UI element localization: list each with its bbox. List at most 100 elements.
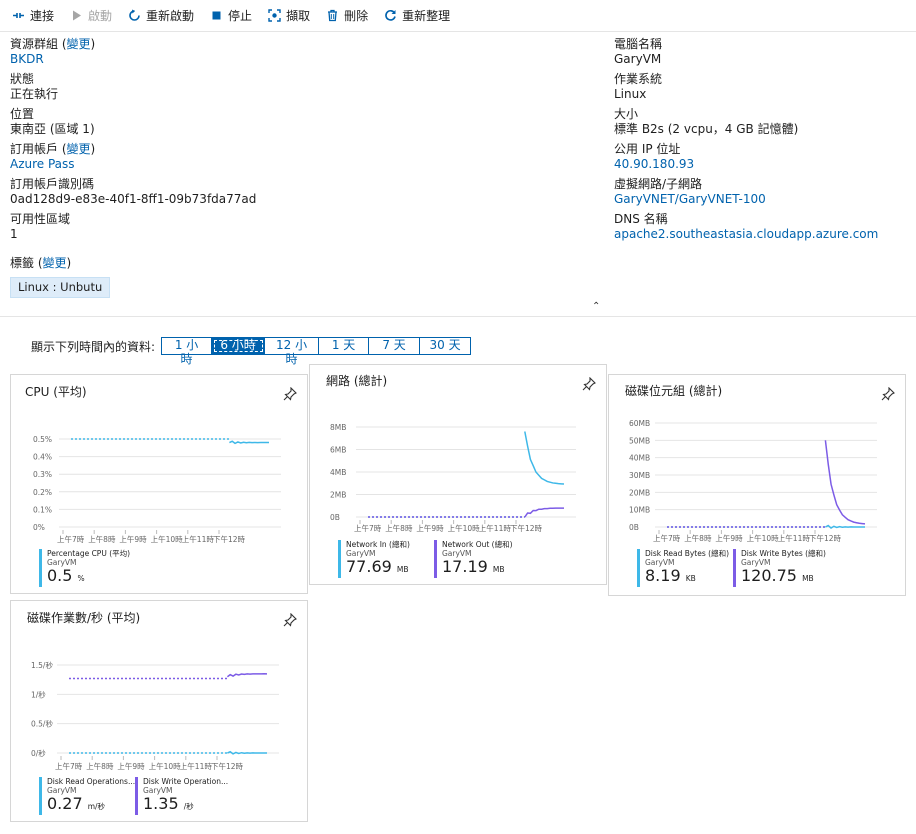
command-bar: 連接 啟動 重新啟動 停止 擷取 刪除 重新整理 xyxy=(0,0,916,32)
x-tick-label: 上午8時 xyxy=(88,534,116,544)
y-tick-label: 0.3% xyxy=(33,470,52,479)
vnet-value[interactable]: GaryVNET/GaryVNET-100 xyxy=(614,192,878,207)
change-subscription-link[interactable]: 變更 xyxy=(67,142,91,156)
subscription-value[interactable]: Azure Pass xyxy=(10,157,256,172)
connect-button[interactable]: 連接 xyxy=(12,7,54,24)
y-tick-label: 0% xyxy=(33,523,45,532)
metric-name: Network In (總和) xyxy=(346,540,410,549)
pin-icon[interactable] xyxy=(582,377,596,391)
cpu-chart-tile[interactable]: 0.5% 0.4% 0.3% 0.2% 0.1% 0% 上午7時 上午8時 上午9時 上午10時上… xyxy=(10,374,308,594)
x-tick-label: 上午10時 xyxy=(747,533,780,543)
y-tick-label: 0.2% xyxy=(33,488,52,497)
disk-ops-chart-title: 磁碟作業數/秒 (平均) xyxy=(27,611,141,625)
x-tick-label: 上午9時 xyxy=(117,761,145,771)
x-tick-label: 上午7時 xyxy=(55,761,83,771)
range-option-30d[interactable]: 30 天 xyxy=(420,338,471,354)
time-range-selector: 顯示下列時間內的資料: 1 小時 6 小時 12 小時 1 天 7 天 30 天 xyxy=(31,337,472,366)
zone-value: 1 xyxy=(10,227,18,241)
change-resource-group-link[interactable]: 變更 xyxy=(67,37,91,51)
refresh-button[interactable]: 重新整理 xyxy=(384,7,450,24)
x-tick-label: 下午12時 xyxy=(510,523,543,533)
metric-name: Network Out (總和) xyxy=(442,540,513,549)
y-tick-label: 2MB xyxy=(330,491,346,500)
stop-button[interactable]: 停止 xyxy=(210,7,252,24)
x-tick-label: 下午12時 xyxy=(213,534,246,544)
public-ip-value[interactable]: 40.90.180.93 xyxy=(614,157,878,172)
play-icon xyxy=(70,9,83,22)
y-tick-label: 30MB xyxy=(629,471,650,480)
metric-name: Disk Write Bytes (總和) xyxy=(741,549,826,558)
y-tick-label: 40MB xyxy=(629,454,650,463)
network-chart-title: 網路 (總計) xyxy=(326,374,388,388)
disk-ops-chart-tile[interactable]: 1.5/秒 1/秒 0.5/秒 0/秒 上午7時 上午8時 上午9時 上午10時 上午11時 下午… xyxy=(10,600,308,822)
x-tick-label: 上午7時 xyxy=(57,534,85,544)
disk-bytes-chart-title: 磁碟位元組 (總計) xyxy=(625,384,723,398)
change-tags-link[interactable]: 變更 xyxy=(43,256,67,270)
x-tick-label: 上午8時 xyxy=(684,533,712,543)
size-label: 大小 xyxy=(614,107,639,121)
x-tick-label: 上午8時 xyxy=(385,523,413,533)
y-tick-label: 10MB xyxy=(629,506,650,515)
pin-icon[interactable] xyxy=(283,613,297,627)
range-option-1h[interactable]: 1 小時 xyxy=(162,338,213,366)
connect-icon xyxy=(12,9,25,22)
network-chart-tile[interactable]: 8MB 6MB 4MB 2MB 0B 上午7時 上午8時 上午9時 上午10時 上午11時 下午12… xyxy=(309,364,607,585)
delete-button[interactable]: 刪除 xyxy=(326,7,368,24)
x-tick-label: 下午12時 xyxy=(211,761,244,771)
disk-write-bytes-summary: Disk Write Bytes (總和) GaryVM 120.75 MB xyxy=(733,549,826,587)
y-tick-label: 50MB xyxy=(629,436,650,445)
pin-icon[interactable] xyxy=(283,387,297,401)
x-tick-label: 上午10時 xyxy=(151,534,184,544)
time-range-label: 顯示下列時間內的資料: xyxy=(31,339,156,354)
series-line xyxy=(524,507,565,518)
metric-value: 0.5 % xyxy=(47,566,85,585)
y-tick-label: 0.1% xyxy=(33,505,52,514)
y-tick-label: 1.5/秒 xyxy=(31,660,53,670)
x-tick-label: 上午9時 xyxy=(416,523,444,533)
status-value: 正在執行 xyxy=(10,87,59,101)
tag-chip[interactable]: Linux : Unbutu xyxy=(10,277,111,298)
metric-name: Disk Read Bytes (總和) xyxy=(645,549,730,558)
y-tick-label: 0.5% xyxy=(33,435,52,444)
restart-button[interactable]: 重新啟動 xyxy=(128,7,194,24)
metric-value: 120.75 MB xyxy=(741,566,814,585)
series-line xyxy=(524,431,565,485)
subscription-id-label: 訂用帳戶識別碼 xyxy=(10,177,95,191)
series-color-bar xyxy=(434,540,437,578)
location-value: 東南亞 (區域 1) xyxy=(10,122,95,136)
series-line xyxy=(229,440,270,445)
disk-bytes-chart-tile[interactable]: 60MB 50MB 40MB 30MB 20MB 10MB 0B 上午7時 上午8時 上午9時 上午… xyxy=(608,374,906,596)
computer-name-label: 電腦名稱 xyxy=(614,37,663,51)
disk-read-bytes-summary: Disk Read Bytes (總和) GaryVM 8.19 KB xyxy=(637,549,729,587)
x-tick-label: 上午10時 xyxy=(448,523,481,533)
collapse-essentials-icon[interactable]: ⌃ xyxy=(592,301,600,312)
network-in-summary: Network In (總和) GaryVM 77.69 MB xyxy=(338,540,410,578)
metric-name: Percentage CPU (平均) xyxy=(47,549,131,558)
disk-write-ops-summary: Disk Write Operation... GaryVM 1.35 /秒 xyxy=(135,777,228,815)
restart-icon xyxy=(128,9,141,22)
y-tick-label: 0B xyxy=(629,523,639,532)
series-color-bar xyxy=(135,777,138,815)
range-option-6h[interactable]: 6 小時 xyxy=(212,338,266,354)
resource-group-value[interactable]: BKDR xyxy=(10,52,256,67)
start-button[interactable]: 啟動 xyxy=(70,7,112,24)
range-option-12h[interactable]: 12 小時 xyxy=(265,338,320,366)
location-label: 位置 xyxy=(10,107,35,121)
x-tick-label: 上午11時 xyxy=(778,533,811,543)
essentials-right: 電腦名稱 GaryVM 作業系統 Linux 大小 標準 B2s (2 vcpu… xyxy=(614,37,878,247)
y-tick-label: 1/秒 xyxy=(31,689,46,699)
public-ip-label: 公用 IP 位址 xyxy=(614,142,681,156)
y-tick-label: 6MB xyxy=(330,446,346,455)
pin-icon[interactable] xyxy=(881,387,895,401)
essentials-left: 資源群組 (變更) BKDR 狀態 正在執行 位置 東南亞 (區域 1) 訂用帳… xyxy=(10,37,256,303)
range-option-1d[interactable]: 1 天 xyxy=(319,338,370,354)
x-tick-label: 上午10時 xyxy=(149,761,182,771)
x-tick-label: 上午11時 xyxy=(182,534,215,544)
x-tick-label: 下午12時 xyxy=(809,533,842,543)
y-tick-label: 8MB xyxy=(330,423,346,432)
capture-button[interactable]: 擷取 xyxy=(268,7,310,24)
range-option-7d[interactable]: 7 天 xyxy=(369,338,421,354)
os-value: Linux xyxy=(614,87,647,101)
trash-icon xyxy=(326,9,339,22)
dns-value[interactable]: apache2.southeastasia.cloudapp.azure.com xyxy=(614,227,878,242)
